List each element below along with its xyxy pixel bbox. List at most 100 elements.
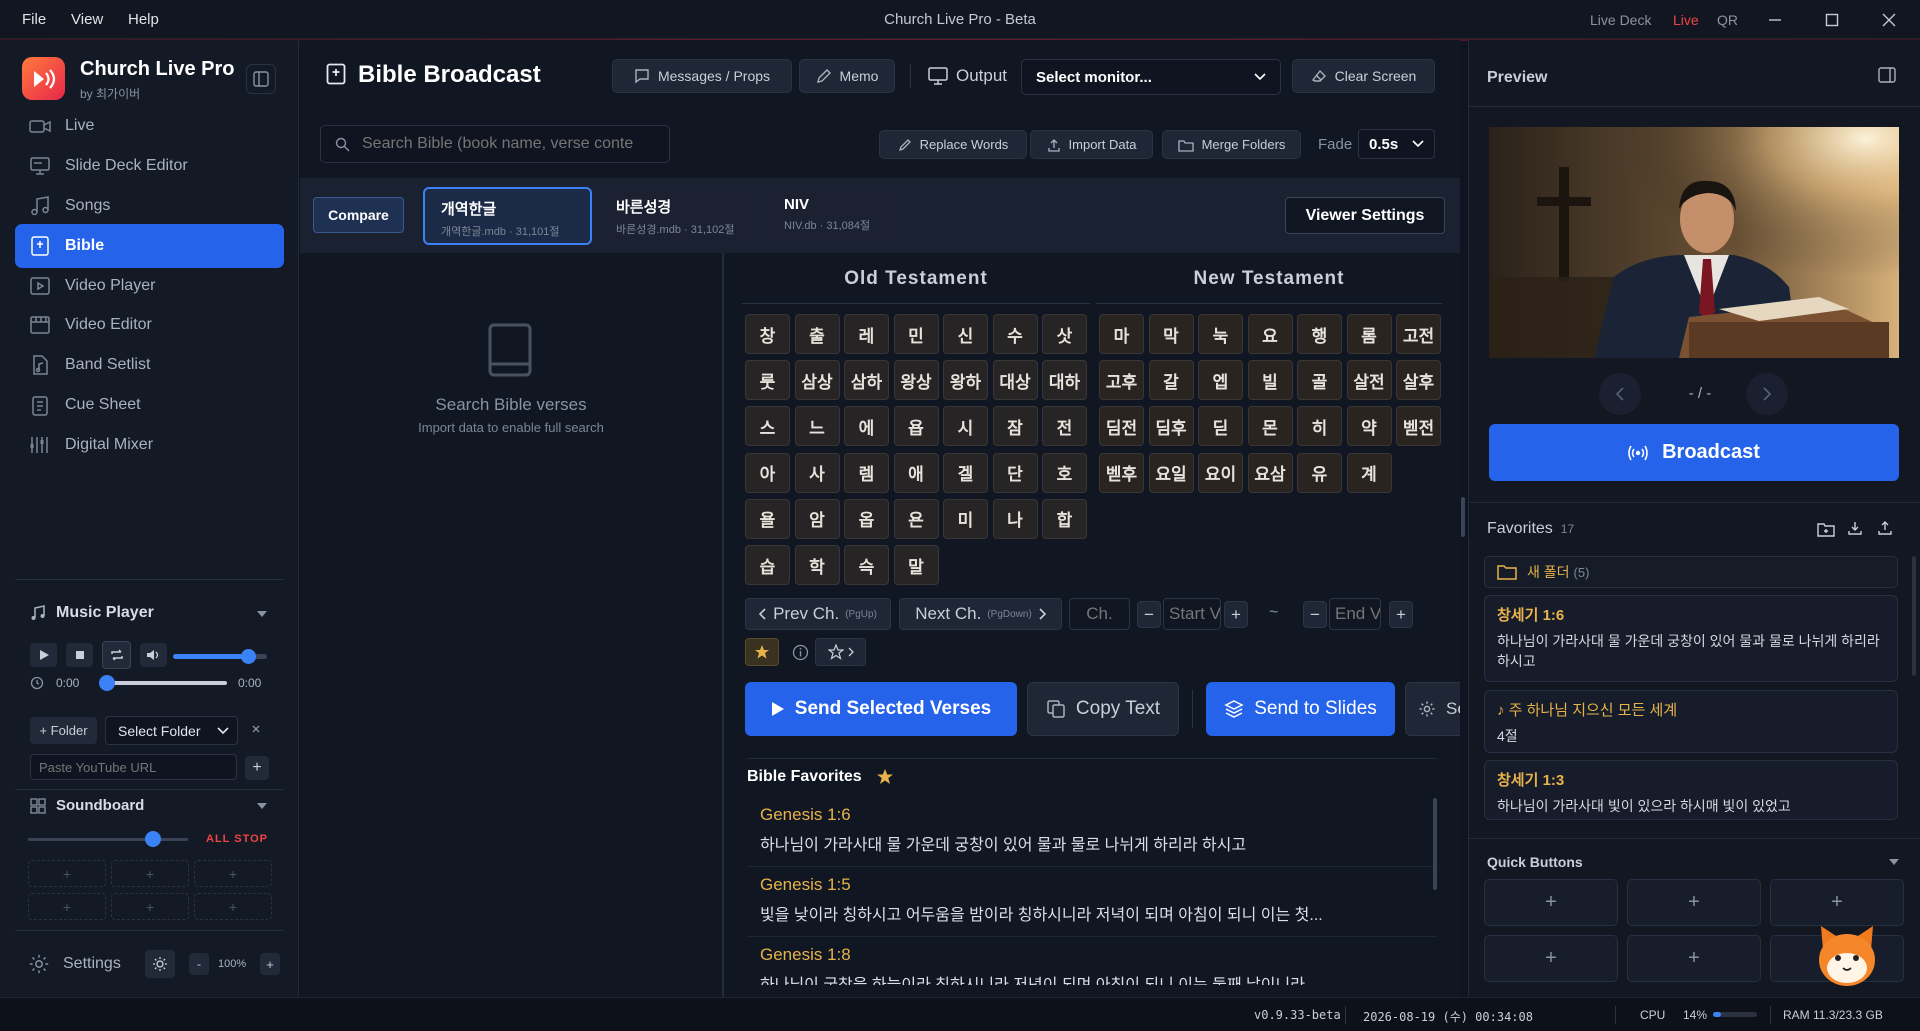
book-button[interactable]: 에: [844, 406, 889, 447]
book-button[interactable]: 고전: [1396, 314, 1441, 354]
book-button[interactable]: 전: [1042, 406, 1087, 447]
book-button[interactable]: 딤후: [1148, 406, 1194, 447]
book-button[interactable]: 겔: [943, 452, 988, 493]
settings-link[interactable]: Settings: [63, 955, 121, 973]
book-button[interactable]: 합: [1042, 498, 1087, 539]
book-button[interactable]: 호: [1042, 452, 1087, 493]
book-button[interactable]: 왕하: [943, 360, 988, 401]
maximize-icon[interactable]: [1825, 0, 1839, 39]
book-button[interactable]: 대하: [1042, 360, 1087, 401]
sidebar-item-slide-deck-editor[interactable]: Slide Deck Editor: [15, 144, 284, 188]
book-button[interactable]: 학: [794, 545, 840, 585]
book-button[interactable]: 몬: [1247, 406, 1293, 447]
preview-next-button[interactable]: [1746, 373, 1788, 415]
start-verse-input[interactable]: [1163, 598, 1221, 630]
favorites-panel-scrollbar[interactable]: [1912, 556, 1916, 676]
all-stop-button[interactable]: ALL STOP: [206, 833, 268, 845]
tab-translation-krv[interactable]: 개역한글 개역한글.mdb · 31,101절: [423, 187, 592, 245]
tab-translation-bareun[interactable]: 바른성경 바른성경.mdb · 31,102절: [600, 187, 762, 245]
bible-search-input[interactable]: [362, 135, 662, 153]
live-link[interactable]: Live: [1673, 0, 1699, 39]
replace-words-button[interactable]: Replace Words: [879, 130, 1027, 159]
zoom-in-button[interactable]: +: [260, 953, 280, 975]
book-button[interactable]: 룻: [745, 360, 790, 401]
soundboard-header[interactable]: Soundboard: [30, 797, 144, 814]
favorite-item[interactable]: ♪ 주 하나님 지으신 모든 세계 4절: [1484, 690, 1898, 753]
book-button[interactable]: 살후: [1396, 360, 1441, 401]
book-button[interactable]: 암: [794, 498, 840, 539]
qr-link[interactable]: QR: [1717, 0, 1738, 39]
book-button[interactable]: 행: [1297, 314, 1342, 354]
chevron-down-icon[interactable]: [256, 609, 268, 619]
clear-screen-button[interactable]: Clear Screen: [1292, 59, 1435, 93]
volume-button[interactable]: [140, 643, 167, 667]
favorite-item[interactable]: 창세기 1:3 하나님이 가라사대 빛이 있으라 하시매 빛이 있었고: [1484, 760, 1898, 820]
book-button[interactable]: 출: [794, 314, 840, 354]
info-icon[interactable]: [792, 644, 809, 661]
upload-icon[interactable]: [1877, 520, 1893, 536]
preview-prev-button[interactable]: [1599, 373, 1641, 415]
book-button[interactable]: 막: [1148, 314, 1194, 354]
book-button[interactable]: 엡: [1198, 360, 1243, 401]
theme-toggle-button[interactable]: [145, 950, 175, 978]
book-button[interactable]: 수: [992, 314, 1038, 354]
sidebar-item-cue-sheet[interactable]: Cue Sheet: [15, 383, 284, 427]
book-button[interactable]: 민: [893, 314, 939, 354]
book-button[interactable]: 갈: [1148, 360, 1194, 401]
close-icon[interactable]: [1882, 0, 1896, 39]
book-button[interactable]: 신: [943, 314, 988, 354]
book-button[interactable]: 딤전: [1099, 406, 1144, 447]
sidebar-item-band-setlist[interactable]: Band Setlist: [15, 343, 284, 387]
sidebar-item-bible[interactable]: Bible: [15, 224, 284, 268]
add-folder-button[interactable]: + Folder: [30, 717, 97, 744]
book-button[interactable]: 벧전: [1396, 406, 1441, 447]
soundboard-slot[interactable]: +: [111, 893, 189, 920]
book-button[interactable]: 벧후: [1099, 452, 1144, 493]
download-icon[interactable]: [1847, 520, 1863, 536]
book-button[interactable]: 삼상: [794, 360, 840, 401]
send-selected-verses-button[interactable]: Send Selected Verses: [745, 682, 1017, 736]
sidebar-item-digital-mixer[interactable]: Digital Mixer: [15, 423, 284, 467]
slide-settings-button[interactable]: Se: [1405, 682, 1460, 736]
play-button[interactable]: [30, 643, 57, 667]
chapter-input[interactable]: [1069, 598, 1130, 630]
messages-props-button[interactable]: Messages / Props: [612, 59, 792, 93]
book-button[interactable]: 옵: [844, 498, 889, 539]
book-button[interactable]: 삿: [1042, 314, 1087, 354]
soundboard-volume-slider[interactable]: [28, 831, 188, 847]
chevron-down-icon[interactable]: [256, 801, 268, 811]
book-button[interactable]: 유: [1297, 452, 1342, 493]
menu-help[interactable]: Help: [128, 0, 159, 39]
memo-button[interactable]: Memo: [799, 59, 895, 93]
live-deck-link[interactable]: Live Deck: [1590, 0, 1651, 39]
gear-icon[interactable]: [28, 953, 50, 975]
book-button[interactable]: 애: [893, 452, 939, 493]
merge-folders-button[interactable]: Merge Folders: [1162, 130, 1301, 159]
book-button[interactable]: 계: [1346, 452, 1392, 493]
bible-favorite-item[interactable]: Genesis 1:8 하나님이 궁창을 하늘이라 칭하시니라 저녁이 되며 아침…: [747, 945, 1437, 985]
zoom-out-button[interactable]: -: [189, 953, 209, 975]
menu-view[interactable]: View: [71, 0, 103, 39]
mascot-cat-icon[interactable]: [1815, 920, 1879, 990]
bible-favorite-item[interactable]: Genesis 1:6 하나님이 가라사대 물 가운데 궁창이 있어 물과 물로 …: [747, 805, 1437, 867]
book-button[interactable]: 아: [745, 452, 790, 493]
book-button[interactable]: 고후: [1099, 360, 1144, 401]
track-progress-slider[interactable]: [99, 675, 227, 691]
book-button[interactable]: 욘: [893, 498, 939, 539]
start-verse-minus-button[interactable]: −: [1137, 601, 1161, 628]
book-button[interactable]: 대상: [992, 360, 1038, 401]
monitor-select[interactable]: Select monitor...: [1021, 59, 1281, 95]
repeat-button[interactable]: [102, 641, 131, 669]
quick-button[interactable]: +: [1627, 879, 1761, 926]
book-button[interactable]: 나: [992, 498, 1038, 539]
bible-favorite-item[interactable]: Genesis 1:5 빛을 낮이라 칭하시고 어두움을 밤이라 칭하시니라 저녁…: [747, 875, 1437, 937]
chevron-down-icon[interactable]: [1888, 857, 1900, 867]
favorites-scrollbar[interactable]: [1433, 798, 1437, 890]
book-button[interactable]: 눅: [1198, 314, 1243, 354]
book-button[interactable]: 미: [943, 498, 988, 539]
new-folder-icon[interactable]: [1817, 521, 1835, 537]
soundboard-slot[interactable]: +: [28, 860, 106, 887]
youtube-url-input[interactable]: [30, 754, 237, 780]
book-button[interactable]: 욜: [745, 498, 790, 539]
select-folder-dropdown[interactable]: Select Folder: [105, 716, 238, 745]
